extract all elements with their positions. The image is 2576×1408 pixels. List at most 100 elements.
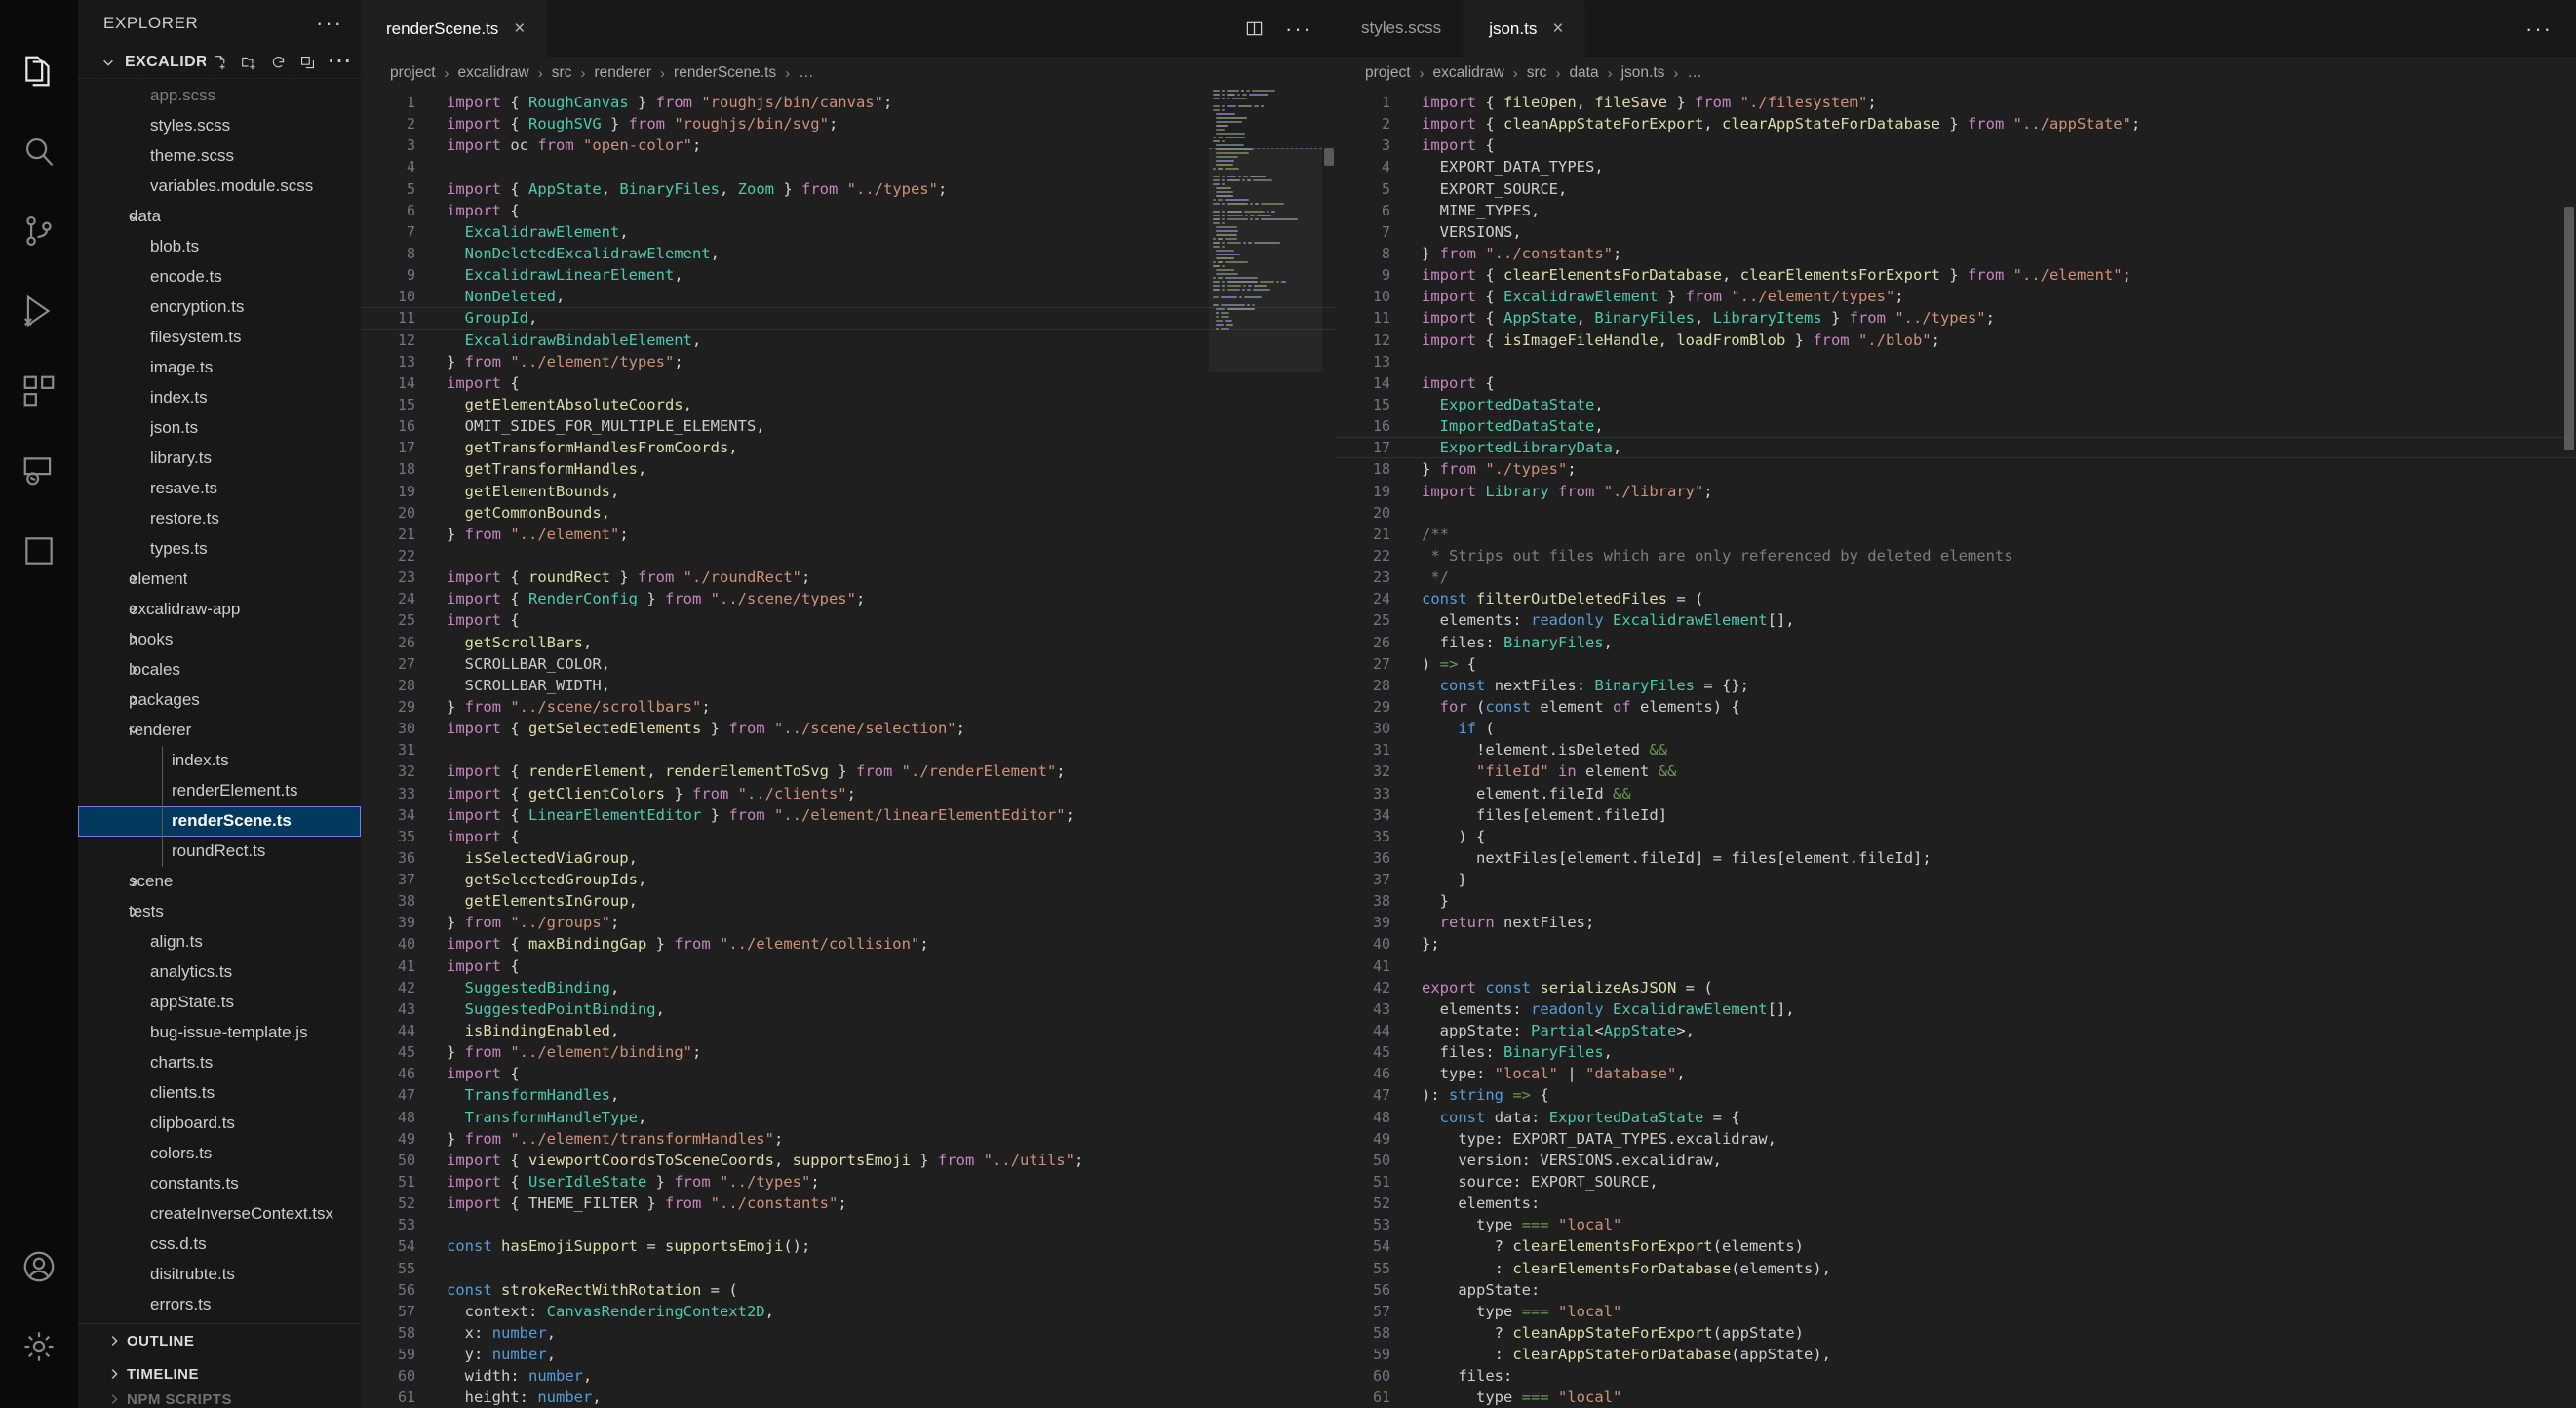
code-line[interactable]: 14 import { [1336,372,2576,394]
code-line[interactable]: 17 getTransformHandlesFromCoords, [361,437,1336,458]
code-editor-left[interactable]: 1 import { RoughCanvas } from "roughjs/bi… [361,90,1336,1408]
tree-file[interactable]: analytics.ts [78,958,361,988]
code-line[interactable]: 6 import { [361,200,1336,221]
code-line[interactable]: 60 files: [1336,1365,2576,1387]
code-line[interactable]: 52 import { THEME_FILTER } from "../const… [361,1193,1336,1214]
tree-file[interactable]: variables.module.scss [78,172,361,202]
code-line[interactable]: 59 y: number, [361,1344,1336,1365]
code-line[interactable]: 40}; [1336,933,2576,955]
code-line[interactable]: 13 [1336,351,2576,372]
breadcrumb-item[interactable]: … [1687,64,1702,82]
code-line[interactable]: 58 x: number, [361,1322,1336,1344]
code-line[interactable]: 41 [1336,956,2576,977]
code-line[interactable]: 21 /** [1336,524,2576,545]
code-line[interactable]: 24 const filterOutDeletedFiles = ( [1336,588,2576,609]
code-line[interactable]: 34 import { LinearElementEditor } from ".… [361,804,1336,826]
code-line[interactable]: 7 VERSIONS, [1336,221,2576,243]
extensions-icon[interactable] [0,351,78,431]
code-line[interactable]: 53 type === "local" [1336,1214,2576,1235]
breadcrumb-left[interactable]: project › excalidraw › src › renderer › renderSc… [361,57,1336,90]
code-line[interactable]: 45} from "../element/binding"; [361,1041,1336,1063]
code-line[interactable]: 48 const data: ExportedDataState = { [1336,1107,2576,1128]
code-line[interactable]: 6 MIME_TYPES, [1336,200,2576,221]
code-line[interactable]: 23 */ [1336,567,2576,588]
code-line[interactable]: 21} from "../element"; [361,524,1336,545]
code-line[interactable]: 27) => { [1336,653,2576,675]
code-line[interactable]: 23 import { roundRect } from "./roundRect… [361,567,1336,588]
code-line[interactable]: 12 import { isImageFileHandle, loadFromBl… [1336,330,2576,351]
tree-file[interactable]: bug-issue-template.js [78,1018,361,1048]
code-line[interactable]: 2 import { RoughSVG } from "roughjs/bin/s… [361,113,1336,135]
code-line[interactable]: 7 ExcalidrawElement, [361,221,1336,243]
code-editor-right[interactable]: 1 import { fileOpen, fileSave } from "./f… [1336,90,2576,1408]
code-line[interactable]: 32 import { renderElement, renderElementT… [361,761,1336,782]
remote-explorer-icon[interactable] [0,431,78,511]
breadcrumb-item[interactable]: project [390,64,436,82]
code-line[interactable]: 29 for (const element of elements) { [1336,696,2576,718]
code-line[interactable]: 18 getTransformHandles, [361,458,1336,480]
code-line[interactable]: 11 GroupId, [361,307,1336,329]
tree-file[interactable]: appState.ts [78,988,361,1018]
code-line[interactable]: 39 return nextFiles; [1336,912,2576,933]
square-panel-icon[interactable] [0,511,78,591]
tree-file[interactable]: roundRect.ts [78,836,361,867]
code-line[interactable]: 38 } [1336,890,2576,912]
breadcrumb-item[interactable]: src [552,64,572,82]
code-line[interactable]: 8} from "../constants"; [1336,243,2576,264]
tree-folder[interactable]: element [78,565,361,595]
tree-file[interactable]: index.ts [78,383,361,413]
tree-file[interactable]: colors.ts [78,1139,361,1169]
tree-file[interactable]: resave.ts [78,474,361,504]
code-line[interactable]: 11 import { AppState, BinaryFiles, Librar… [1336,307,2576,329]
code-line[interactable]: 50 import { viewportCoordsToSceneCoords, … [361,1150,1336,1171]
tree-folder[interactable]: hooks [78,625,361,655]
code-line[interactable]: 47): string => { [1336,1084,2576,1106]
code-line[interactable]: 42 export const serializeAsJSON = ( [1336,977,2576,998]
tree-folder[interactable]: scene [78,867,361,897]
tree-file[interactable]: encode.ts [78,262,361,293]
split-editor-icon[interactable] [1245,20,1264,38]
breadcrumb-item[interactable]: src [1527,64,1547,82]
more-actions-icon[interactable]: ··· [2525,18,2553,39]
code-line[interactable]: 9 import { clearElementsForDatabase, clea… [1336,264,2576,286]
tree-file[interactable]: library.ts [78,444,361,474]
vertical-scrollbar-right[interactable] [2562,90,2576,1408]
code-line[interactable]: 31 !element.isDeleted && [1336,739,2576,761]
tree-file[interactable]: types.ts [78,534,361,565]
code-line[interactable]: 49} from "../element/transformHandles"; [361,1128,1336,1150]
code-line[interactable]: 34 files[element.fileId] [1336,804,2576,826]
explorer-more-icon[interactable]: ··· [329,53,353,72]
tree-folder[interactable]: data [78,202,361,232]
code-line[interactable]: 36 nextFiles[element.fileId] = files[ele… [1336,847,2576,869]
code-line[interactable]: 18} from "./types"; [1336,458,2576,480]
code-line[interactable]: 4 [361,156,1336,177]
code-line[interactable]: 45 files: BinaryFiles, [1336,1041,2576,1063]
code-line[interactable]: 24 import { RenderConfig } from "../scene… [361,588,1336,609]
tree-file[interactable]: encryption.ts [78,293,361,323]
source-control-icon[interactable] [0,191,78,271]
code-line[interactable]: 46 import { [361,1063,1336,1084]
code-line[interactable]: 50 version: VERSIONS.excalidraw, [1336,1150,2576,1171]
code-line[interactable]: 53 [361,1214,1336,1235]
accounts-icon[interactable] [0,1227,78,1307]
code-line[interactable]: 41 import { [361,956,1336,977]
tree-file[interactable]: filesystem.ts [78,323,361,353]
code-line[interactable]: 30 import { getSelectedElements } from ".… [361,718,1336,739]
breadcrumb-item[interactable]: renderer [594,64,651,82]
code-line[interactable]: 51 source: EXPORT_SOURCE, [1336,1171,2576,1193]
code-line[interactable]: 26 files: BinaryFiles, [1336,632,2576,653]
code-line[interactable]: 35 import { [361,826,1336,847]
code-line[interactable]: 20 [1336,502,2576,524]
tree-file[interactable]: styles.scss [78,111,361,141]
code-line[interactable]: 57 context: CanvasRenderingContext2D, [361,1301,1336,1322]
code-line[interactable]: 58 ? cleanAppStateForExport(appState) [1336,1322,2576,1344]
code-line[interactable]: 44 appState: Partial<AppState>, [1336,1020,2576,1041]
breadcrumb-item[interactable]: … [799,64,814,82]
code-line[interactable]: 43 SuggestedPointBinding, [361,998,1336,1020]
tree-file[interactable]: disitrubte.ts [78,1260,361,1290]
code-line[interactable]: 26 getScrollBars, [361,632,1336,653]
scrollbar-thumb[interactable] [2564,207,2574,450]
code-line[interactable]: 38 getElementsInGroup, [361,890,1336,912]
code-line[interactable]: 30 if ( [1336,718,2576,739]
code-line[interactable]: 4 EXPORT_DATA_TYPES, [1336,156,2576,177]
